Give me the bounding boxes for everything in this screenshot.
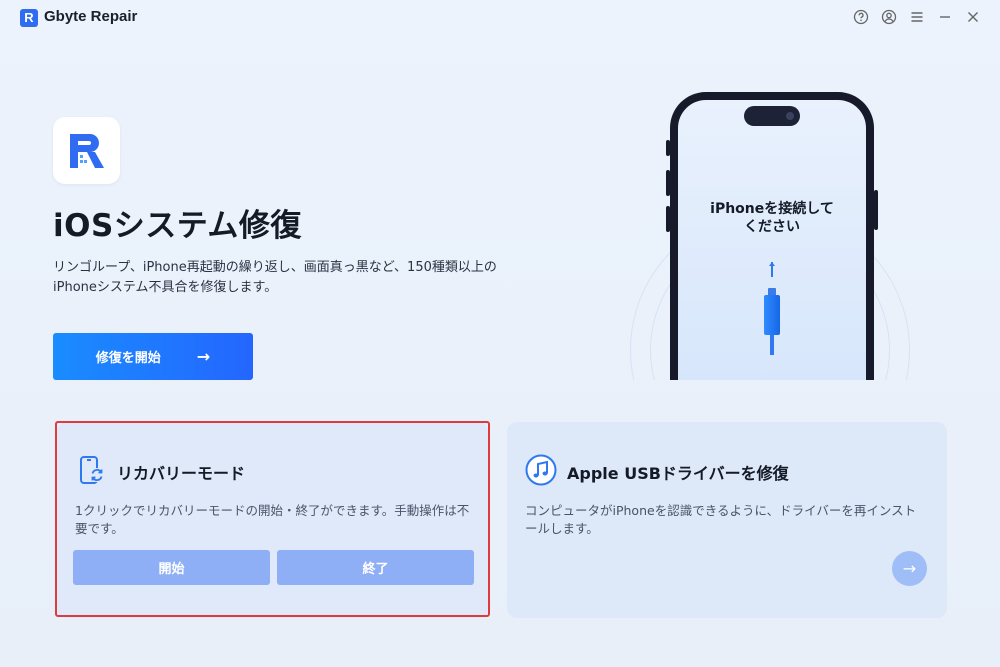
recovery-mode-card: リカバリーモード 1クリックでリカバリーモードの開始・終了ができます。手動操作は… xyxy=(57,422,488,618)
arrow-right-icon: → xyxy=(196,347,211,366)
page-description: リンゴループ、iPhone再起動の繰り返し、画面真っ黒など、150種類以上のiP… xyxy=(53,260,497,295)
usb-driver-description: コンピュータがiPhoneを認識できるように、ドライバーを再インストールします。 xyxy=(525,503,917,536)
page-title: iOSシステム修復 xyxy=(53,208,302,244)
close-icon[interactable] xyxy=(964,8,982,26)
repair-logo-icon xyxy=(53,117,120,184)
minimize-icon[interactable] xyxy=(936,8,954,26)
arrow-up-icon xyxy=(769,262,775,277)
recovery-phone-icon xyxy=(80,456,104,484)
menu-icon[interactable] xyxy=(908,8,926,26)
account-icon[interactable] xyxy=(880,8,898,26)
connect-prompt: iPhoneを接続して ください xyxy=(678,200,866,236)
start-repair-label: 修復を開始 xyxy=(95,351,161,366)
arrow-right-icon: → xyxy=(902,559,917,578)
usb-cable-icon xyxy=(764,295,780,335)
window-controls xyxy=(852,8,982,26)
usb-driver-go-button[interactable]: → xyxy=(892,551,927,586)
connect-iphone-illustration: iPhoneを接続して ください xyxy=(600,80,1000,380)
itunes-music-icon xyxy=(525,454,557,486)
connect-prompt-line1: iPhoneを接続して xyxy=(710,201,834,217)
help-icon[interactable] xyxy=(852,8,870,26)
cable-tail xyxy=(770,335,774,355)
exit-recovery-button[interactable]: 終了 xyxy=(277,550,474,585)
iphone-frame: iPhoneを接続して ください xyxy=(670,92,874,380)
recovery-mode-description: 1クリックでリカバリーモードの開始・終了ができます。手動操作は不要です。 xyxy=(75,503,470,536)
app-logo-icon: R xyxy=(20,9,38,27)
dynamic-island xyxy=(744,106,800,126)
usb-driver-card[interactable]: Apple USBドライバーを修復 コンピュータがiPhoneを認識できるように… xyxy=(507,422,947,618)
start-repair-button[interactable]: 修復を開始 → xyxy=(53,333,253,380)
connect-prompt-line2: ください xyxy=(744,219,800,235)
enter-recovery-button[interactable]: 開始 xyxy=(73,550,270,585)
app-title: Gbyte Repair xyxy=(44,8,138,25)
phone-side-button xyxy=(874,190,878,230)
usb-driver-title: Apple USBドライバーを修復 xyxy=(567,464,789,483)
title-bar: R Gbyte Repair xyxy=(0,0,1000,36)
recovery-mode-title: リカバリーモード xyxy=(117,464,246,483)
